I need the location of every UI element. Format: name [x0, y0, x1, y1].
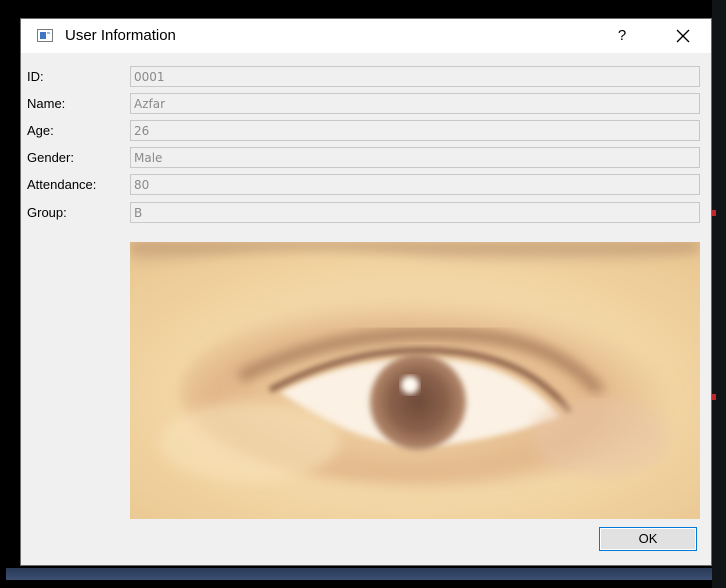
attendance-field[interactable]: 80 — [130, 174, 700, 195]
group-field[interactable]: B — [130, 202, 700, 223]
name-field[interactable]: Azfar — [130, 93, 700, 114]
gender-label: Gender: — [27, 150, 74, 165]
ok-button[interactable]: OK — [599, 527, 697, 551]
eye-scan-image — [130, 242, 700, 519]
window-icon — [37, 29, 53, 42]
desktop-background: User Information ? ID: 0001 Name: Azfar … — [0, 0, 726, 588]
taskbar-strip — [6, 568, 712, 580]
background-marker — [712, 394, 716, 400]
name-label: Name: — [27, 96, 66, 111]
user-information-dialog: User Information ? ID: 0001 Name: Azfar … — [20, 18, 712, 566]
gender-field[interactable]: Male — [130, 147, 700, 168]
dialog-title: User Information — [65, 27, 176, 44]
help-button[interactable]: ? — [611, 25, 633, 47]
dialog-titlebar[interactable]: User Information ? — [21, 19, 711, 53]
attendance-label: Attendance: — [27, 177, 97, 192]
close-icon[interactable] — [671, 24, 695, 48]
age-field[interactable]: 26 — [130, 120, 700, 141]
background-marker — [712, 210, 716, 216]
background-window-edge — [712, 0, 726, 588]
id-label: ID: — [27, 69, 44, 84]
id-field[interactable]: 0001 — [130, 66, 700, 87]
group-label: Group: — [27, 205, 67, 220]
age-label: Age: — [27, 123, 54, 138]
